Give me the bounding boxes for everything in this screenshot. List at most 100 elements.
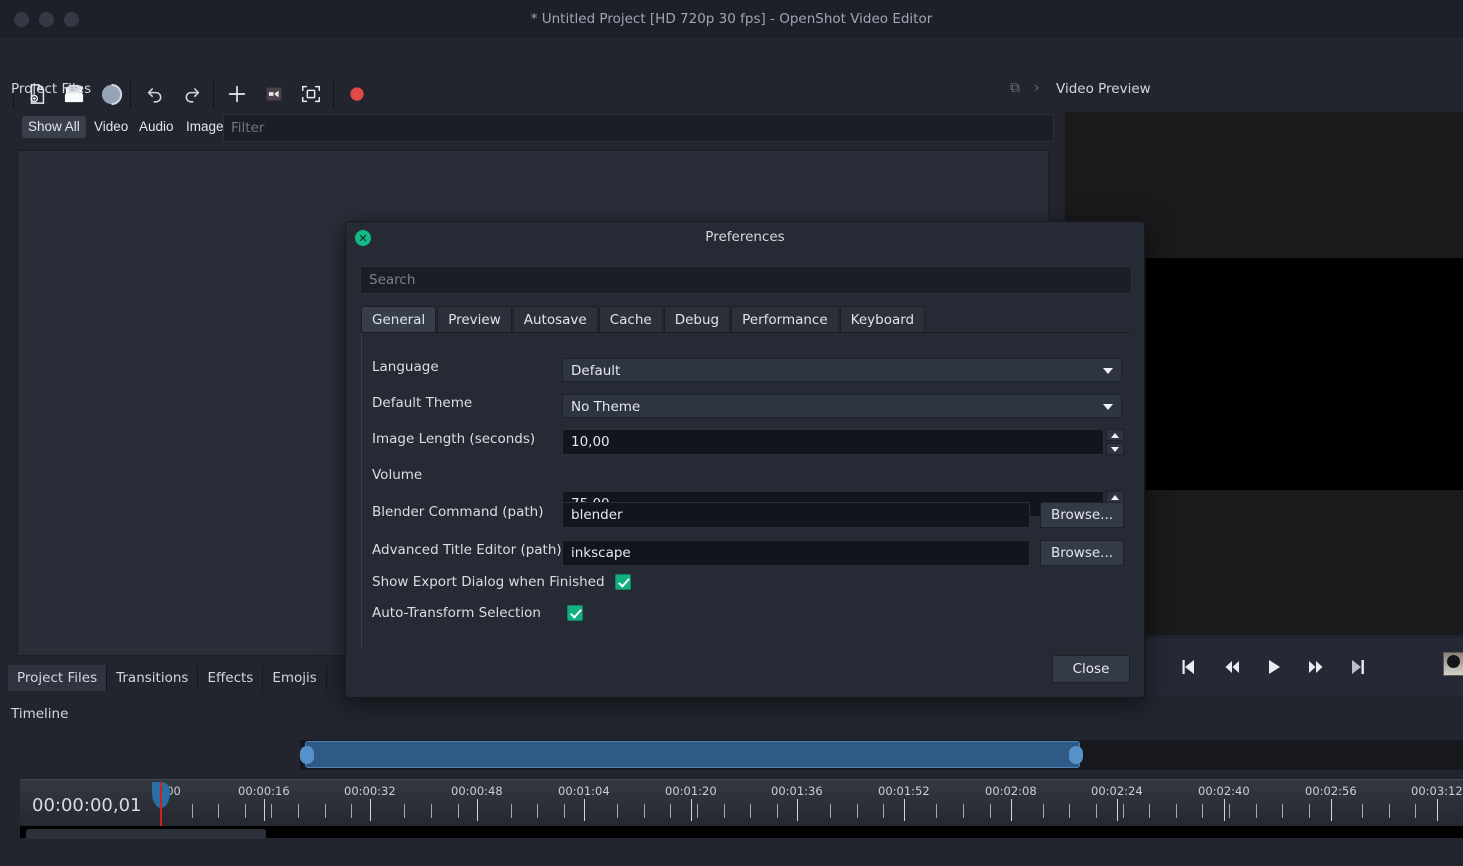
ruler-tick-major: [584, 799, 585, 821]
filter-show-all-button[interactable]: Show All: [22, 116, 86, 138]
ruler-tick-minor: [1123, 804, 1124, 818]
ruler-tick-minor: [617, 804, 618, 818]
ruler-label: 00:02:08: [985, 784, 1037, 798]
filter-audio-button[interactable]: Audio: [133, 116, 180, 138]
tab-keyboard[interactable]: Keyboard: [839, 306, 926, 333]
tab-performance[interactable]: Performance: [731, 306, 839, 333]
tab-transitions[interactable]: Transitions: [107, 665, 199, 691]
ruler-tick-minor: [883, 804, 884, 818]
ruler-tick-minor: [458, 804, 459, 818]
ruler-tick-minor: [325, 804, 326, 818]
tab-emojis[interactable]: Emojis: [263, 665, 327, 691]
video-preview-dock-title: Video Preview: [1056, 81, 1151, 97]
image-length-increment-button[interactable]: [1106, 429, 1124, 441]
ruler-tick-minor: [351, 804, 352, 818]
tab-effects[interactable]: Effects: [198, 665, 264, 691]
tab-cache[interactable]: Cache: [598, 306, 663, 333]
ruler-tick-minor: [511, 804, 512, 818]
ruler-tick-major: [264, 799, 265, 821]
image-length-spin-buttons[interactable]: [1106, 429, 1124, 455]
field-row-volume: Volume: [372, 467, 1132, 483]
record-icon[interactable]: [342, 80, 372, 108]
advanced-title-editor-field[interactable]: [562, 540, 1030, 566]
ruler-tick-minor: [1389, 804, 1390, 818]
blender-command-field[interactable]: [562, 502, 1030, 528]
video-effects-icon[interactable]: [1443, 652, 1463, 676]
ruler-tick-minor: [192, 804, 193, 818]
ruler-tick-major: [1224, 799, 1225, 821]
label-image-length: Image Length (seconds): [372, 431, 536, 447]
caret-up-icon: [1111, 432, 1119, 438]
export-video-icon[interactable]: [259, 80, 289, 108]
label-blender-command: Blender Command (path): [372, 504, 544, 520]
fast-forward-button[interactable]: [1304, 655, 1328, 679]
ruler-tick-minor: [537, 804, 538, 818]
show-export-dialog-checkbox[interactable]: [614, 574, 631, 590]
image-length-decrement-button[interactable]: [1106, 443, 1124, 455]
timeline-ruler-left-gap: [0, 779, 20, 838]
timeline-scroll-right-handle[interactable]: [1069, 746, 1083, 764]
save-project-icon[interactable]: [96, 80, 126, 108]
timeline-toolbar: [0, 736, 300, 776]
image-length-stepper[interactable]: [562, 429, 1124, 455]
ruler-tick-major: [1011, 799, 1012, 821]
jump-end-button[interactable]: [1346, 655, 1370, 679]
video-preview-canvas[interactable]: [1146, 258, 1463, 490]
tab-general[interactable]: General: [361, 306, 437, 333]
language-select[interactable]: Default: [562, 358, 1122, 382]
project-files-filter-input[interactable]: [223, 114, 1054, 142]
ruler-label: 00:03:12: [1411, 784, 1463, 798]
fullscreen-icon[interactable]: [296, 80, 326, 108]
advanced-title-editor-input[interactable]: [562, 540, 1030, 566]
ruler-tick-minor: [404, 804, 405, 818]
ruler-tick-minor: [298, 804, 299, 818]
undo-icon[interactable]: [140, 80, 170, 108]
ruler-tick-minor: [564, 804, 565, 818]
default-theme-select-value: No Theme: [571, 399, 641, 415]
blender-browse-button[interactable]: Browse...: [1040, 502, 1125, 528]
timeline-scroll-thumb[interactable]: [305, 741, 1080, 768]
ruler-tick-minor: [670, 804, 671, 818]
play-button[interactable]: [1262, 655, 1286, 679]
rewind-button[interactable]: [1220, 655, 1244, 679]
ruler-tick-major: [904, 799, 905, 821]
image-length-input[interactable]: [562, 429, 1104, 455]
caret-up-icon: [1111, 494, 1119, 500]
ruler-label: 00:00:48: [451, 784, 503, 798]
ruler-label: 00:00:16: [238, 784, 290, 798]
project-files-filter-bar: Show All Video Audio Image: [12, 114, 1054, 144]
preferences-close-button[interactable]: Close: [1052, 655, 1130, 683]
import-files-icon[interactable]: [222, 80, 252, 108]
ruler-tick-minor: [644, 804, 645, 818]
ruler-tick-minor: [1096, 804, 1097, 818]
project-files-dock-title: Project Files: [11, 81, 92, 97]
tab-preview[interactable]: Preview: [437, 306, 512, 333]
ruler-tick-minor: [1202, 804, 1203, 818]
jump-start-button[interactable]: [1178, 655, 1202, 679]
tab-autosave[interactable]: Autosave: [512, 306, 598, 333]
ruler-tick-minor: [1176, 804, 1177, 818]
window-titlebar: * Untitled Project [HD 720p 30 fps] - Op…: [0, 0, 1463, 38]
video-preview-dock-controls: ⧉ ›: [1010, 80, 1040, 96]
default-theme-select[interactable]: No Theme: [562, 394, 1122, 418]
ruler-tick-minor: [1043, 804, 1044, 818]
auto-transform-checkbox[interactable]: [566, 605, 583, 621]
tab-project-files[interactable]: Project Files: [8, 665, 108, 691]
tab-debug[interactable]: Debug: [663, 306, 731, 333]
preferences-tabs: General Preview Autosave Cache Debug Per…: [361, 306, 926, 333]
chevron-right-icon[interactable]: ›: [1034, 80, 1040, 96]
float-icon[interactable]: ⧉: [1010, 80, 1020, 96]
advanced-title-editor-browse-button[interactable]: Browse...: [1040, 540, 1125, 566]
window-title: * Untitled Project [HD 720p 30 fps] - Op…: [530, 11, 933, 27]
filter-video-button[interactable]: Video: [88, 116, 134, 138]
timeline-playhead-line: [160, 782, 162, 828]
timeline-track-header[interactable]: [26, 829, 266, 839]
blender-command-input[interactable]: [562, 502, 1030, 528]
ruler-tick-minor: [990, 804, 991, 818]
timeline-scroll-left-handle[interactable]: [300, 746, 314, 764]
redo-icon[interactable]: [177, 80, 207, 108]
ruler-tick-minor: [1309, 804, 1310, 818]
preferences-general-panel: Language Default Default Theme No Theme …: [361, 333, 1132, 647]
openshot-main-window: * Untitled Project [HD 720p 30 fps] - Op…: [0, 0, 1463, 866]
preferences-search-input[interactable]: [360, 266, 1132, 294]
